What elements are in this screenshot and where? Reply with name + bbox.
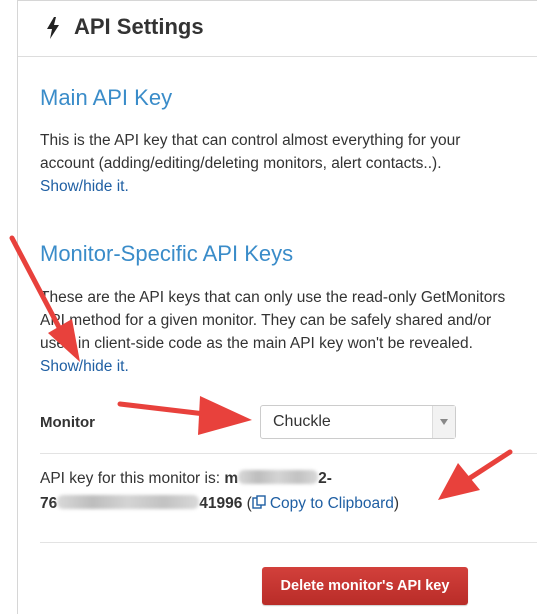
panel-title: API Settings — [74, 14, 204, 39]
api-key-line2: 76 41996 ( Copy to Clipboard) — [40, 492, 399, 516]
redacted-key-part1 — [238, 470, 319, 484]
divider-bottom — [40, 542, 537, 543]
api-key-line2-start: 76 — [40, 495, 58, 512]
copy-to-clipboard-link[interactable]: Copy to Clipboard — [252, 495, 394, 512]
divider-top — [40, 453, 537, 454]
delete-monitor-api-key-button[interactable]: Delete monitor's API key — [262, 567, 468, 605]
copy-to-clipboard-label: Copy to Clipboard — [269, 495, 394, 512]
monitor-select-label: Monitor — [40, 414, 95, 431]
monitor-api-keys-heading: Monitor-Specific API Keys — [40, 241, 294, 266]
api-key-prefix: API key for this monitor is: — [40, 470, 221, 487]
monitor-api-keys-description-line1: These are the API keys that can only use… — [40, 289, 506, 306]
api-key-start: m — [224, 470, 239, 487]
api-key-line1: API key for this monitor is: m 2- — [40, 467, 332, 491]
main-api-key-description-line2: account (adding/editing/deleting monitor… — [40, 155, 442, 172]
bolt-icon — [47, 17, 59, 39]
chevron-down-icon — [440, 419, 448, 425]
api-key-line2-end: 41996 — [199, 495, 243, 512]
monitor-select[interactable]: Chuckle — [260, 405, 456, 439]
main-api-key-show-hide-link[interactable]: Show/hide it. — [40, 178, 129, 195]
main-api-key-description-line1: This is the API key that can control alm… — [40, 132, 461, 149]
copy-close-paren: ) — [393, 495, 400, 512]
select-dropdown-toggle[interactable] — [432, 406, 455, 438]
monitor-api-keys-show-hide-link[interactable]: Show/hide it. — [40, 358, 129, 375]
redacted-key-part2 — [57, 495, 200, 509]
main-api-key-description: This is the API key that can control alm… — [40, 129, 537, 198]
api-key-mid: 2- — [318, 470, 332, 487]
copy-icon — [252, 495, 266, 509]
monitor-select-value: Chuckle — [273, 413, 331, 430]
panel-header: API Settings — [18, 1, 537, 57]
monitor-api-keys-description-line2: API method for a given monitor. They can… — [40, 312, 492, 329]
monitor-api-keys-description-line3: used in client-side code as the main API… — [40, 335, 473, 352]
api-settings-panel: API Settings Main API Key This is the AP… — [17, 0, 537, 614]
monitor-api-keys-description: These are the API keys that can only use… — [40, 286, 537, 378]
main-api-key-heading: Main API Key — [40, 85, 173, 110]
